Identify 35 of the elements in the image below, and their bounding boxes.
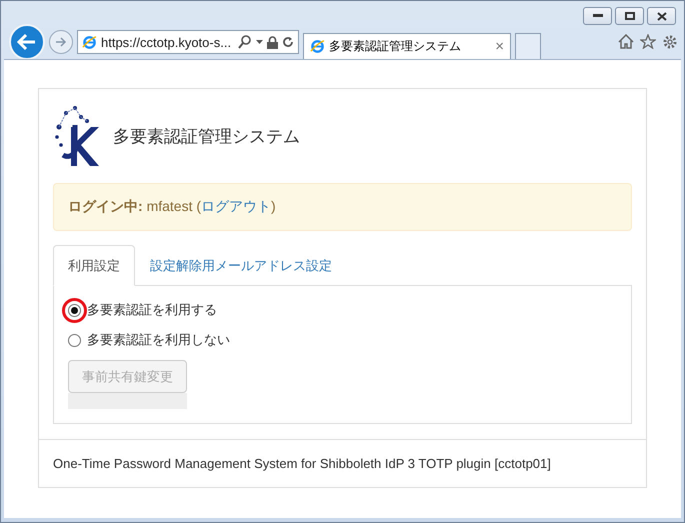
settings-icon[interactable] bbox=[662, 34, 678, 50]
login-label: ログイン中: bbox=[68, 198, 143, 214]
footer-text: One-Time Password Management System for Shibboleth IdP 3 TOTP plugin [cctotp01] bbox=[39, 439, 646, 487]
browser-tab[interactable]: 多要素認証管理システム × bbox=[303, 33, 511, 59]
username: mfatest bbox=[146, 198, 192, 214]
forward-button[interactable] bbox=[49, 30, 73, 54]
radio-button[interactable] bbox=[68, 334, 81, 346]
search-icon[interactable] bbox=[238, 35, 252, 49]
tab[interactable]: 設定解除用メールアドレス設定 bbox=[135, 245, 347, 286]
browser-logo-icon bbox=[310, 39, 325, 54]
close-button[interactable] bbox=[647, 7, 676, 25]
address-bar[interactable]: https://cctotp.kyoto-s... bbox=[77, 30, 299, 54]
close-paren: ) bbox=[271, 198, 276, 214]
minimize-icon bbox=[592, 14, 602, 18]
browser-logo-icon bbox=[82, 34, 97, 50]
radio-label: 多要素認証を利用しない bbox=[87, 331, 230, 349]
logout-link[interactable]: ログアウト bbox=[201, 198, 272, 214]
tab-title: 多要素認証管理システム bbox=[329, 38, 462, 55]
app-title: 多要素認証管理システム bbox=[113, 126, 300, 148]
forward-arrow-icon bbox=[55, 37, 67, 47]
tab-close-button[interactable]: × bbox=[495, 38, 504, 55]
minimize-button[interactable] bbox=[583, 7, 612, 25]
tab[interactable]: 利用設定 bbox=[53, 245, 135, 286]
lock-icon bbox=[267, 36, 278, 48]
back-arrow-icon bbox=[17, 33, 37, 51]
maximize-button[interactable] bbox=[615, 7, 644, 25]
star-icon[interactable] bbox=[640, 34, 656, 49]
open-paren: ( bbox=[196, 198, 202, 214]
refresh-icon[interactable] bbox=[282, 36, 294, 48]
home-icon[interactable] bbox=[618, 34, 634, 49]
radio-label: 多要素認証を利用する bbox=[87, 301, 217, 319]
maximize-icon bbox=[624, 12, 634, 20]
close-icon bbox=[656, 12, 666, 20]
dropdown-caret-icon[interactable] bbox=[256, 40, 263, 44]
back-button[interactable] bbox=[9, 24, 45, 60]
